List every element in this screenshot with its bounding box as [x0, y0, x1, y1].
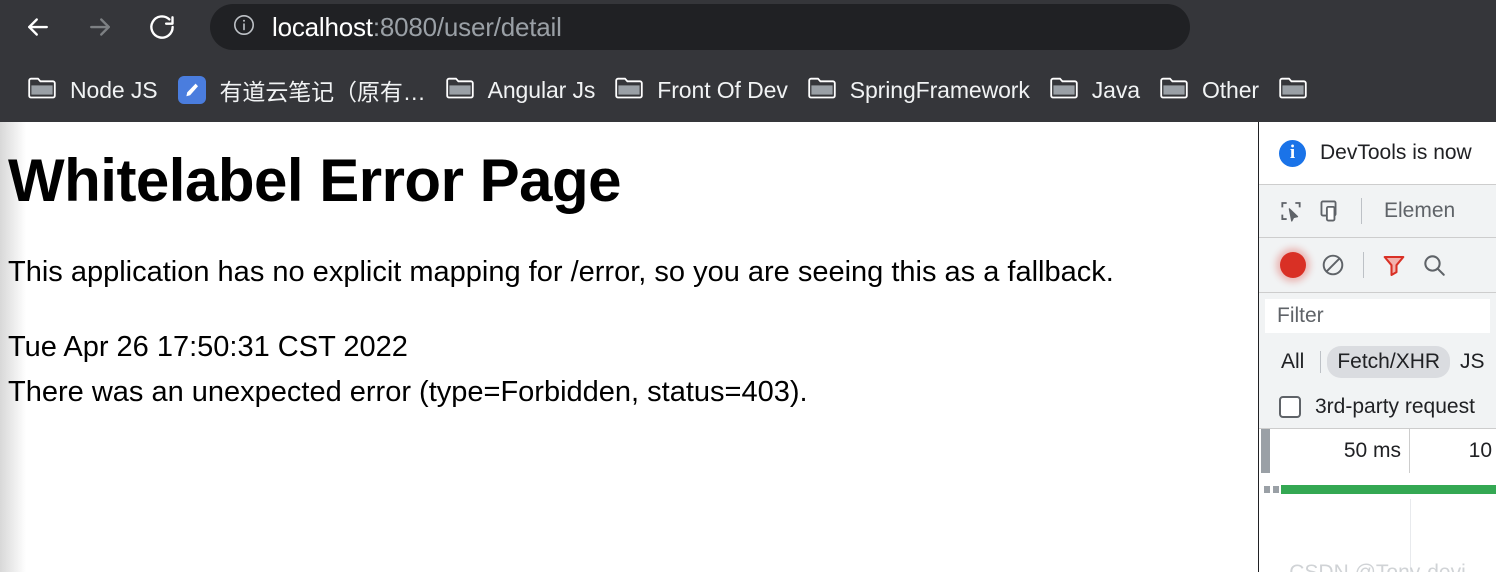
- devtools-banner-text: DevTools is now: [1320, 141, 1472, 164]
- request-timeline-row[interactable]: [1259, 481, 1496, 499]
- requests-list-empty: CSDN @Tony-devj: [1259, 499, 1496, 572]
- bookmark-label: SpringFramework: [849, 76, 1030, 103]
- forward-button[interactable]: [76, 3, 124, 51]
- page-title: Whitelabel Error Page: [8, 147, 622, 214]
- watermark: CSDN @Tony-devj: [1259, 561, 1496, 572]
- bookmark-label: Java: [1091, 76, 1140, 103]
- url-path: :8080/user/detail: [372, 11, 562, 42]
- third-party-label: 3rd-party request: [1315, 394, 1475, 418]
- third-party-requests-row[interactable]: 3rd-party request: [1259, 385, 1496, 429]
- overview-handle[interactable]: [1261, 429, 1270, 473]
- arrow-right-icon: [85, 12, 115, 42]
- error-detail: There was an unexpected error (type=Forb…: [8, 376, 808, 409]
- device-toolbar-icon[interactable]: [1311, 191, 1351, 231]
- bookmark-node-js[interactable]: Node JS: [18, 68, 168, 112]
- bookmark-springframework[interactable]: SpringFramework: [798, 68, 1040, 112]
- info-circle-icon[interactable]: [232, 13, 256, 42]
- toolbar-divider: [1363, 252, 1364, 278]
- folder-icon: [615, 76, 643, 105]
- bookmark-other[interactable]: Other: [1150, 68, 1269, 112]
- folder-icon: [1160, 76, 1188, 105]
- error-timestamp: Tue Apr 26 17:50:31 CST 2022: [8, 331, 408, 364]
- info-icon: i: [1279, 139, 1306, 167]
- timeline-tick-50ms: 50 ms: [1270, 429, 1410, 473]
- devtools-banner: i DevTools is now: [1259, 122, 1496, 185]
- youdao-favicon: [177, 76, 206, 104]
- toolbar-divider: [1361, 198, 1362, 224]
- arrow-left-icon: [23, 12, 53, 42]
- request-stall-marker: [1273, 486, 1279, 493]
- record-button-icon[interactable]: [1273, 245, 1313, 285]
- reload-button[interactable]: [138, 3, 186, 51]
- bookmark-label: Front Of Dev: [657, 76, 788, 103]
- url-text: localhost:8080/user/detail: [272, 12, 562, 43]
- network-overview[interactable]: 50 ms 10: [1259, 429, 1496, 481]
- bookmark-label: Other: [1201, 76, 1259, 103]
- error-page: Whitelabel Error Page This application h…: [0, 122, 1258, 414]
- third-party-checkbox[interactable]: [1279, 395, 1301, 418]
- chip-fetch-xhr[interactable]: Fetch/XHR: [1327, 346, 1451, 378]
- network-toolbar: [1259, 238, 1496, 293]
- timeline-tick-100ms: 10: [1468, 439, 1492, 462]
- back-button[interactable]: [14, 3, 62, 51]
- browser-chrome: localhost:8080/user/detail Node JS 有道云笔记…: [0, 0, 1496, 122]
- clear-icon[interactable]: [1313, 245, 1353, 285]
- bookmark-label: 有道云笔记（原有…: [219, 79, 426, 105]
- filter-row: Filter: [1259, 293, 1496, 339]
- request-queue-marker: [1264, 486, 1270, 493]
- search-icon[interactable]: [1414, 245, 1454, 285]
- bookmark-youdao[interactable]: 有道云笔记（原有…: [168, 68, 436, 112]
- address-bar[interactable]: localhost:8080/user/detail: [210, 4, 1190, 50]
- bookmark-angular-js[interactable]: Angular Js: [436, 68, 606, 112]
- tab-elements[interactable]: Elemen: [1384, 199, 1455, 223]
- inspect-element-icon[interactable]: [1271, 191, 1311, 231]
- bookmark-java[interactable]: Java: [1040, 68, 1150, 112]
- devtools-panel: i DevTools is now Elemen Filter All Fetc…: [1258, 122, 1496, 572]
- bookmark-label: Angular Js: [487, 76, 596, 103]
- browser-toolbar: localhost:8080/user/detail: [0, 0, 1496, 54]
- request-duration-bar: [1281, 485, 1496, 494]
- page-viewport: Whitelabel Error Page This application h…: [0, 122, 1258, 572]
- browser-window: localhost:8080/user/detail Node JS 有道云笔记…: [0, 0, 1496, 572]
- bookmark-label: Node JS: [70, 76, 158, 103]
- devtools-tabbar: Elemen: [1259, 185, 1496, 238]
- chip-js[interactable]: JS: [1450, 346, 1495, 378]
- folder-icon: [1050, 76, 1078, 105]
- url-host: localhost: [272, 11, 373, 42]
- chip-all[interactable]: All: [1271, 346, 1314, 378]
- folder-icon: [1279, 76, 1307, 105]
- folder-icon: [445, 76, 474, 105]
- reload-icon: [147, 12, 177, 42]
- error-description: This application has no explicit mapping…: [8, 256, 1114, 288]
- chip-divider: [1320, 351, 1322, 373]
- folder-icon: [28, 76, 56, 105]
- filter-input[interactable]: Filter: [1265, 299, 1490, 333]
- filter-funnel-icon[interactable]: [1374, 245, 1414, 285]
- resource-type-filters: All Fetch/XHR JS: [1259, 339, 1496, 385]
- bookmark-front-of-dev[interactable]: Front Of Dev: [605, 68, 797, 112]
- bookmarks-bar: Node JS 有道云笔记（原有… Angular Js Front Of De…: [0, 58, 1496, 122]
- bookmark-overflow[interactable]: [1269, 68, 1317, 112]
- folder-icon: [808, 76, 836, 105]
